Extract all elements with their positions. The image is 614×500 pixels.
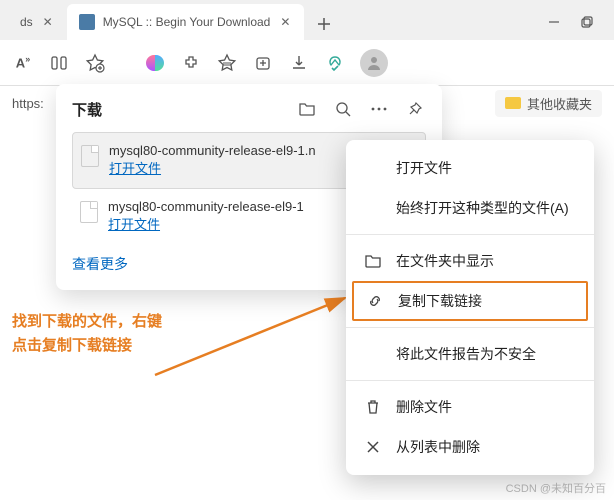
profile-avatar[interactable] xyxy=(360,49,388,77)
tab-bar: ds ✕ MySQL :: Begin Your Download ✕ xyxy=(0,0,614,40)
ctx-label: 始终打开这种类型的文件(A) xyxy=(396,198,569,218)
file-icon xyxy=(81,145,99,167)
folder-icon xyxy=(505,97,521,109)
ctx-label: 从列表中删除 xyxy=(396,437,480,457)
pin-icon[interactable] xyxy=(404,98,426,120)
downloads-header: 下载 xyxy=(72,98,426,120)
see-more-link[interactable]: 查看更多 xyxy=(72,254,128,274)
ctx-open-file[interactable]: 打开文件 xyxy=(346,148,594,188)
divider xyxy=(346,380,594,381)
text-size-icon[interactable]: A» xyxy=(12,52,34,74)
ctx-copy-download-link[interactable]: 复制下载链接 xyxy=(352,281,588,321)
trash-icon xyxy=(364,398,382,416)
divider xyxy=(346,327,594,328)
folder-icon xyxy=(364,252,382,270)
file-icon xyxy=(80,201,98,223)
context-menu: 打开文件 始终打开这种类型的文件(A) 在文件夹中显示 复制下载链接 将此文件报… xyxy=(346,140,594,475)
more-icon[interactable] xyxy=(368,98,390,120)
downloads-icon[interactable] xyxy=(288,52,310,74)
favorites-icon[interactable] xyxy=(216,52,238,74)
tab-active[interactable]: MySQL :: Begin Your Download ✕ xyxy=(67,4,305,40)
link-icon xyxy=(366,292,384,310)
site-icon xyxy=(79,14,95,30)
ctx-label: 将此文件报告为不安全 xyxy=(396,344,536,364)
new-tab-button[interactable] xyxy=(308,8,340,40)
ctx-label: 删除文件 xyxy=(396,397,452,417)
add-favorite-icon[interactable] xyxy=(84,52,106,74)
blank-icon xyxy=(364,159,382,177)
other-favorites-label: 其他收藏夹 xyxy=(527,94,592,113)
close-icon[interactable]: ✕ xyxy=(41,15,55,29)
ctx-remove-from-list[interactable]: 从列表中删除 xyxy=(346,427,594,467)
annotation-text: 找到下载的文件，右键 点击复制下载链接 xyxy=(12,310,162,358)
blank-icon xyxy=(364,345,382,363)
other-favorites-folder[interactable]: 其他收藏夹 xyxy=(495,90,602,117)
brain-icon[interactable] xyxy=(144,52,166,74)
ctx-label: 复制下载链接 xyxy=(398,291,482,311)
open-file-link[interactable]: 打开文件 xyxy=(108,217,160,232)
annotation-line1: 找到下载的文件，右键 xyxy=(12,310,162,334)
ctx-report-unsafe[interactable]: 将此文件报告为不安全 xyxy=(346,334,594,374)
close-icon[interactable]: ✕ xyxy=(278,15,292,29)
tab-previous-label: ds xyxy=(20,15,33,29)
tab-active-title: MySQL :: Begin Your Download xyxy=(103,15,271,29)
maximize-icon[interactable] xyxy=(580,15,594,29)
tab-previous[interactable]: ds ✕ xyxy=(8,4,67,40)
divider xyxy=(346,234,594,235)
blank-icon xyxy=(364,199,382,217)
extensions-icon[interactable] xyxy=(180,52,202,74)
ctx-show-in-folder[interactable]: 在文件夹中显示 xyxy=(346,241,594,281)
open-folder-icon[interactable] xyxy=(296,98,318,120)
ctx-label: 打开文件 xyxy=(396,158,452,178)
url-scheme[interactable]: https: xyxy=(12,96,44,111)
ctx-delete-file[interactable]: 删除文件 xyxy=(346,387,594,427)
x-icon xyxy=(364,438,382,456)
ctx-label: 在文件夹中显示 xyxy=(396,251,494,271)
ctx-always-open-type[interactable]: 始终打开这种类型的文件(A) xyxy=(346,188,594,228)
annotation-line2: 点击复制下载链接 xyxy=(12,334,162,358)
browser-toolbar: A» xyxy=(0,40,614,86)
split-screen-icon[interactable] xyxy=(48,52,70,74)
search-icon[interactable] xyxy=(332,98,354,120)
downloads-title: 下载 xyxy=(72,99,102,120)
collections-icon[interactable] xyxy=(252,52,274,74)
window-controls xyxy=(536,4,606,40)
watermark: CSDN @未知百分百 xyxy=(506,480,606,496)
annotation-arrow-icon xyxy=(150,290,360,380)
minimize-icon[interactable] xyxy=(548,16,560,28)
performance-icon[interactable] xyxy=(324,52,346,74)
open-file-link[interactable]: 打开文件 xyxy=(109,161,161,176)
